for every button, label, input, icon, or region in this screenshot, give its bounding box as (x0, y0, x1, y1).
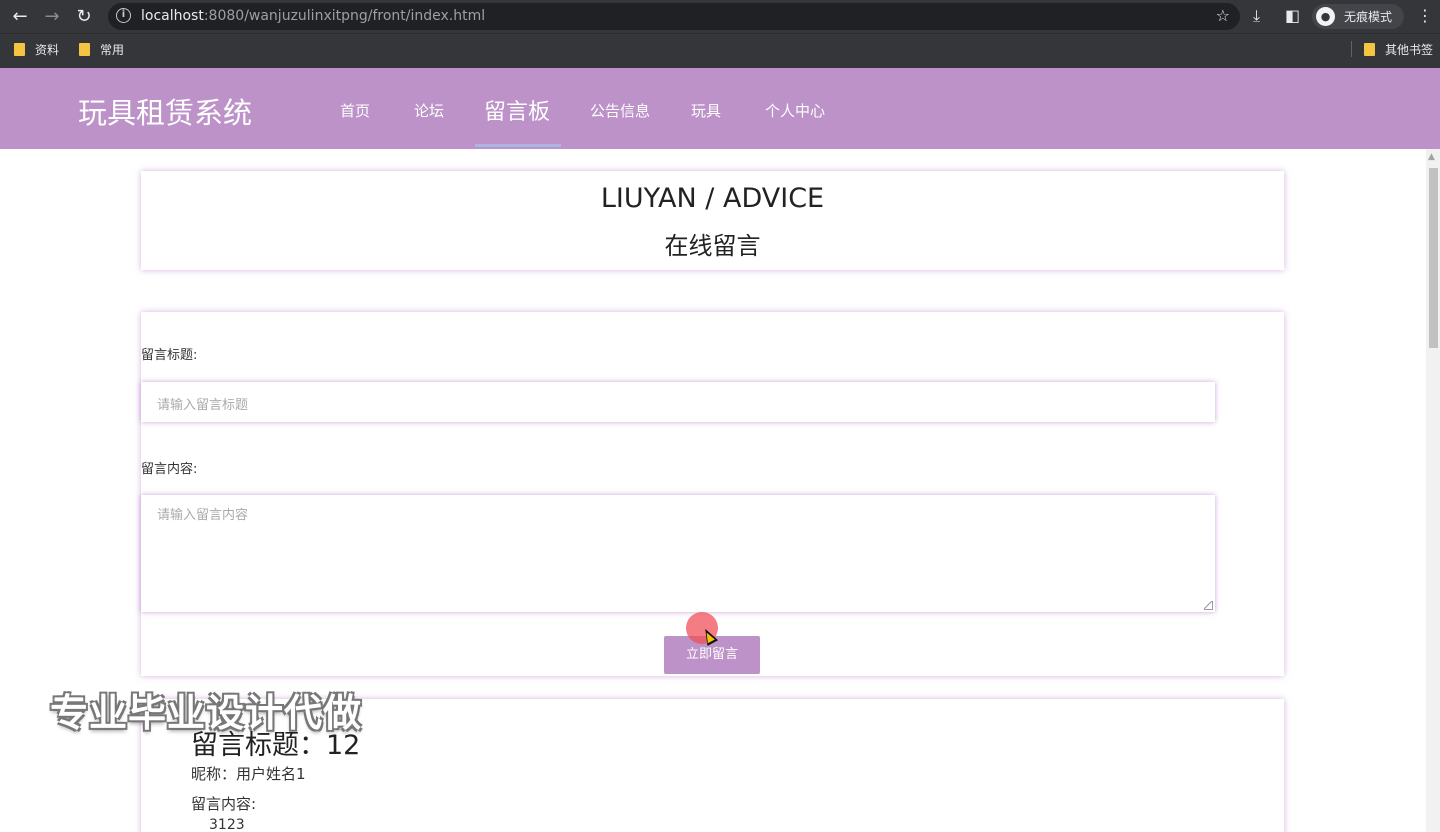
message-nickname: 昵称：用户姓名1 (191, 765, 306, 783)
content-textarea[interactable]: 请输入留言内容 (141, 495, 1215, 612)
message-content-label: 留言内容: (191, 795, 257, 813)
nav-message-board[interactable]: 留言板 (484, 94, 550, 126)
scrollbar-thumb[interactable] (1429, 168, 1438, 348)
section-title-card: LIUYAN / ADVICE 在线留言 (141, 171, 1284, 270)
nav-toys[interactable]: 玩具 (691, 100, 721, 121)
address-bar[interactable]: i localhost:8080/wanjuzulinxitpng/front/… (108, 3, 1240, 30)
content-textarea-placeholder: 请输入留言内容 (157, 508, 249, 523)
resize-handle[interactable] (1204, 601, 1213, 610)
folder-icon (79, 43, 90, 56)
incognito-icon: ● (1316, 7, 1335, 26)
other-bookmarks[interactable]: 其他书签 (1364, 41, 1433, 59)
folder-icon (14, 43, 25, 56)
content-field-label: 留言内容: (141, 462, 198, 477)
scroll-up-icon[interactable]: ▲ (1428, 152, 1435, 162)
bookmark-folder-2[interactable]: 常用 (79, 41, 124, 59)
incognito-badge[interactable]: ● 无痕模式 (1312, 4, 1404, 29)
section-title-cn: 在线留言 (664, 232, 761, 260)
nav-announcements[interactable]: 公告信息 (590, 100, 650, 121)
nav-forum[interactable]: 论坛 (414, 100, 444, 121)
side-panel-icon[interactable]: ◧ (1285, 6, 1300, 26)
download-icon[interactable]: ⤓ (1253, 6, 1260, 26)
bookmark-folder-1[interactable]: 资料 (14, 41, 59, 59)
incognito-label: 无痕模式 (1344, 10, 1393, 24)
bookmarks-bar (0, 33, 1440, 68)
site-info-icon[interactable]: i (116, 8, 131, 23)
nav-user-center[interactable]: 个人中心 (765, 100, 825, 121)
message-content: 3123 (209, 817, 245, 832)
browser-toolbar: ← → ↻ i localhost:8080/wanjuzulinxitpng/… (0, 0, 1440, 33)
reload-icon[interactable]: ↻ (72, 5, 96, 29)
forward-icon[interactable]: → (40, 5, 64, 29)
title-input-placeholder: 请输入留言标题 (157, 398, 249, 413)
site-header: 玩具租赁系统 首页 论坛 留言板 公告信息 玩具 个人中心 (0, 68, 1440, 149)
folder-icon (1364, 43, 1375, 56)
menu-dots-icon[interactable]: ⋮ (1417, 6, 1433, 26)
bookmark-star-icon[interactable]: ☆ (1216, 6, 1230, 25)
bookmark-separator (1351, 41, 1352, 57)
nav-home[interactable]: 首页 (340, 100, 370, 121)
url-text: localhost:8080/wanjuzulinxitpng/front/in… (141, 8, 486, 24)
title-input[interactable]: 请输入留言标题 (141, 382, 1215, 422)
watermark-text: 专业毕业设计代做 (50, 691, 363, 735)
site-logo[interactable]: 玩具租赁系统 (78, 90, 252, 132)
title-field-label: 留言标题: (141, 348, 198, 363)
section-title-en: LIUYAN / ADVICE (600, 183, 825, 214)
back-icon[interactable]: ← (8, 5, 32, 29)
nav-active-indicator (475, 144, 561, 147)
